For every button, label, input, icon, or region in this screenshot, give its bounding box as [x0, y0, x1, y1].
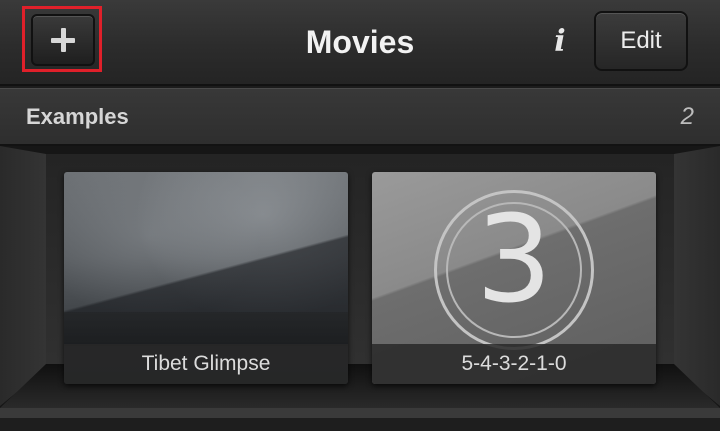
- shelf-right-wall: [674, 146, 720, 406]
- movie-title: 5-4-3-2-1-0: [372, 344, 656, 384]
- page-title: Movies: [305, 24, 415, 60]
- info-button[interactable]: i: [540, 22, 580, 62]
- top-bar: Movies i Edit: [0, 0, 720, 86]
- movie-card-tibet-glimpse[interactable]: Tibet Glimpse: [64, 172, 348, 384]
- section-header: Examples 2: [0, 88, 720, 146]
- movie-card-countdown[interactable]: 3 5-4-3-2-1-0: [372, 172, 656, 384]
- add-movie-button[interactable]: [31, 14, 95, 66]
- plus-icon: [51, 28, 75, 52]
- movie-title: Tibet Glimpse: [64, 344, 348, 384]
- section-title: Examples: [26, 104, 129, 129]
- info-icon: i: [554, 24, 566, 59]
- countdown-number: 3: [475, 191, 553, 330]
- edit-button[interactable]: Edit: [594, 11, 688, 71]
- shelf-edge: [0, 408, 720, 418]
- shelf-left-wall: [0, 146, 46, 406]
- section-count: 2: [680, 103, 694, 130]
- shelf-bottom: [0, 418, 720, 431]
- app: Movies i Edit Examples 2 Tibet Glimpse 3…: [0, 0, 720, 431]
